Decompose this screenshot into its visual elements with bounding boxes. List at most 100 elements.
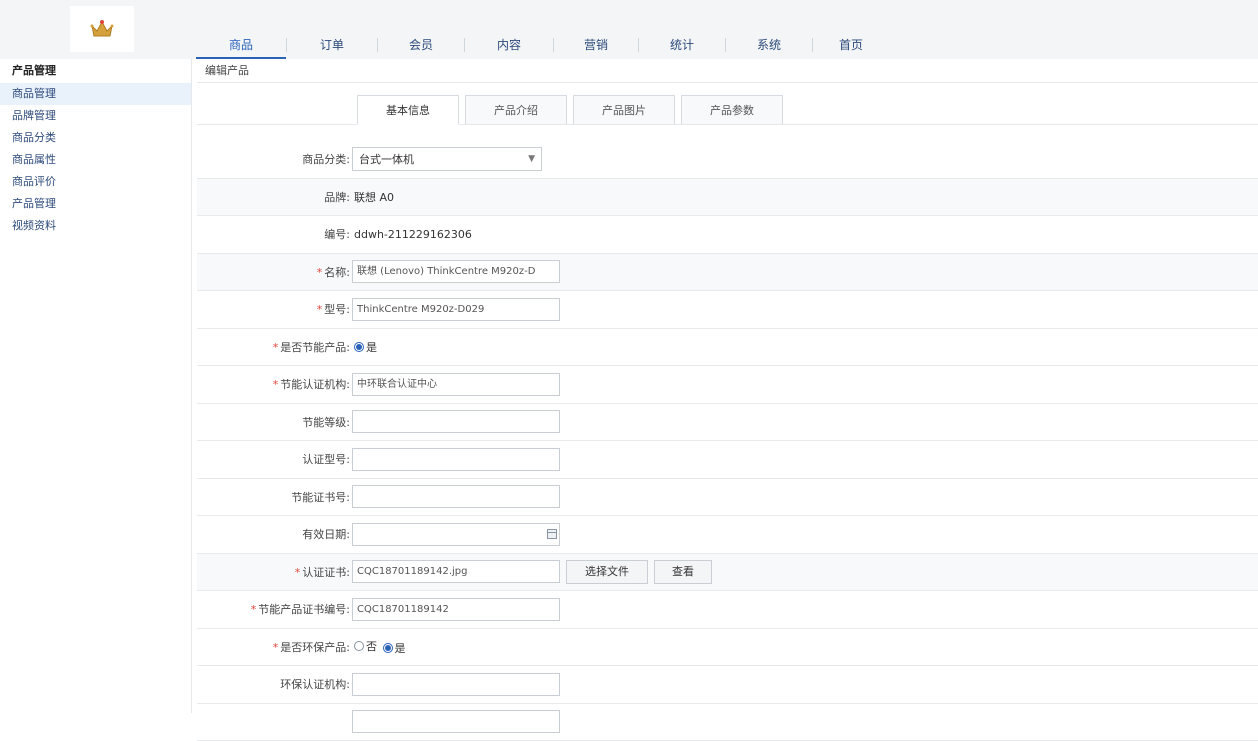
row-cert-model: 认证型号: [197,441,1258,479]
category-select[interactable]: 台式一体机 ▼ [352,147,542,171]
required-mark: * [317,303,323,316]
energy-level-input[interactable] [352,410,560,433]
nav-content[interactable]: 内容 [465,31,553,59]
top-bar: 商品 订单 会员 内容 营销 统计 系统 首页 [0,0,1258,59]
row-category: 商品分类: 台式一体机 ▼ [197,141,1258,179]
is-env-label: *是否环保产品: [197,639,352,655]
row-code: 编号: ddwh-211229162306 [197,216,1258,254]
required-mark: * [295,566,301,579]
row-cert-org: *节能认证机构: 中环联合认证中心 [197,366,1258,404]
row-is-energy: *是否节能产品: 是 [197,329,1258,367]
view-file-button[interactable]: 查看 [654,560,712,584]
sidebar-title: 产品管理 [0,59,191,83]
is-energy-label-text: 是否节能产品: [280,341,350,354]
sidebar-item-videos[interactable]: 视频资料 [0,215,191,237]
tabs: 基本信息 产品介绍 产品图片 产品参数 [357,95,789,125]
cert-org-input[interactable]: 中环联合认证中心 [352,373,560,396]
env-org-input[interactable] [352,673,560,696]
spacer [197,125,1258,141]
tab-bar: 基本信息 产品介绍 产品图片 产品参数 [197,83,1258,125]
row-env-org: 环保认证机构: [197,666,1258,704]
tab-basic-info[interactable]: 基本信息 [357,95,459,125]
row-name: *名称: 联想 (Lenovo) ThinkCentre M920z-D [197,254,1258,292]
sidebar: 产品管理 商品管理 品牌管理 商品分类 商品属性 商品评价 产品管理 视频资料 [0,59,192,713]
brand-label: 品牌: [197,189,352,205]
brand-value: 联想 A0 [352,189,394,205]
tab-product-params[interactable]: 产品参数 [681,95,783,124]
upload-file-button[interactable]: 选择文件 [566,560,648,584]
is-energy-option-label: 是 [366,339,377,355]
main-nav: 商品 订单 会员 内容 营销 统计 系统 首页 [196,31,889,59]
required-mark: * [273,641,279,654]
valid-date-wrap [352,523,560,546]
cert-org-label-text: 节能认证机构: [280,378,350,391]
tab-product-images[interactable]: 产品图片 [573,95,675,124]
row-model: *型号: ThinkCentre M920z-D029 [197,291,1258,329]
nav-members[interactable]: 会员 [378,31,464,59]
factory-cert-input[interactable]: CQC18701189142 [352,598,560,621]
env-org-label: 环保认证机构: [197,676,352,692]
crown-icon [89,18,115,40]
model-label: *型号: [197,301,352,317]
energy-level-label: 节能等级: [197,414,352,430]
is-env-radio-yes[interactable]: 是 [383,640,406,656]
required-mark: * [251,603,257,616]
row-env-extra [197,704,1258,741]
name-input[interactable]: 联想 (Lenovo) ThinkCentre M920z-D [352,260,560,283]
required-mark: * [317,266,323,279]
sidebar-item-attributes[interactable]: 商品属性 [0,149,191,171]
nav-statistics[interactable]: 统计 [639,31,725,59]
nav-system[interactable]: 系统 [726,31,812,59]
nav-marketing[interactable]: 营销 [554,31,638,59]
name-label: *名称: [197,264,352,280]
code-label: 编号: [197,226,352,242]
breadcrumb: 编辑产品 [197,59,1258,83]
is-energy-radio-yes[interactable]: 是 [354,339,377,355]
nav-home[interactable]: 首页 [813,31,889,59]
cert-file-input[interactable]: CQC18701189142.jpg [352,560,560,583]
radio-checked-icon [383,643,393,653]
tab-product-intro[interactable]: 产品介绍 [465,95,567,124]
sidebar-item-reviews[interactable]: 商品评价 [0,171,191,193]
row-valid-date: 有效日期: [197,516,1258,554]
model-label-text: 型号: [324,303,350,316]
nav-products[interactable]: 商品 [196,31,286,59]
is-env-options: 否 是 [352,638,408,656]
required-mark: * [273,378,279,391]
nav-orders[interactable]: 订单 [287,31,377,59]
category-label: 商品分类: [197,151,352,167]
cert-file-label: *认证证书: [197,564,352,580]
code-value: ddwh-211229162306 [352,228,472,241]
radio-unchecked-icon [354,641,364,651]
row-brand: 品牌: 联想 A0 [197,179,1258,217]
is-env-option-yes: 是 [395,640,406,656]
is-env-option-no: 否 [366,638,377,654]
factory-cert-label-text: 节能产品证书编号: [258,603,350,616]
env-extra-input[interactable] [352,710,560,733]
cert-model-input[interactable] [352,448,560,471]
sidebar-item-category[interactable]: 商品分类 [0,127,191,149]
is-energy-label: *是否节能产品: [197,339,352,355]
sidebar-item-brand[interactable]: 品牌管理 [0,105,191,127]
sidebar-item-products[interactable]: 产品管理 [0,193,191,215]
valid-date-input[interactable] [352,523,560,546]
model-input[interactable]: ThinkCentre M920z-D029 [352,298,560,321]
calendar-icon[interactable] [547,529,557,539]
row-factory-cert: *节能产品证书编号: CQC18701189142 [197,591,1258,629]
row-cert-file: *认证证书: CQC18701189142.jpg 选择文件 查看 [197,554,1258,592]
required-mark: * [273,341,279,354]
row-energy-level: 节能等级: [197,404,1258,442]
cert-number-input[interactable] [352,485,560,508]
main-content: 编辑产品 基本信息 产品介绍 产品图片 产品参数 商品分类: 台式一体机 ▼ 品… [197,59,1258,713]
is-energy-options: 是 [352,339,379,355]
is-env-label-text: 是否环保产品: [280,641,350,654]
factory-cert-label: *节能产品证书编号: [197,601,352,617]
logo [70,6,134,52]
is-env-radio-no[interactable]: 否 [354,638,377,654]
cert-model-label: 认证型号: [197,451,352,467]
row-cert-number: 节能证书号: [197,479,1258,517]
chevron-down-icon: ▼ [528,154,535,164]
sidebar-item-product-manage[interactable]: 商品管理 [0,83,191,105]
radio-checked-icon [354,342,364,352]
cert-number-label: 节能证书号: [197,489,352,505]
